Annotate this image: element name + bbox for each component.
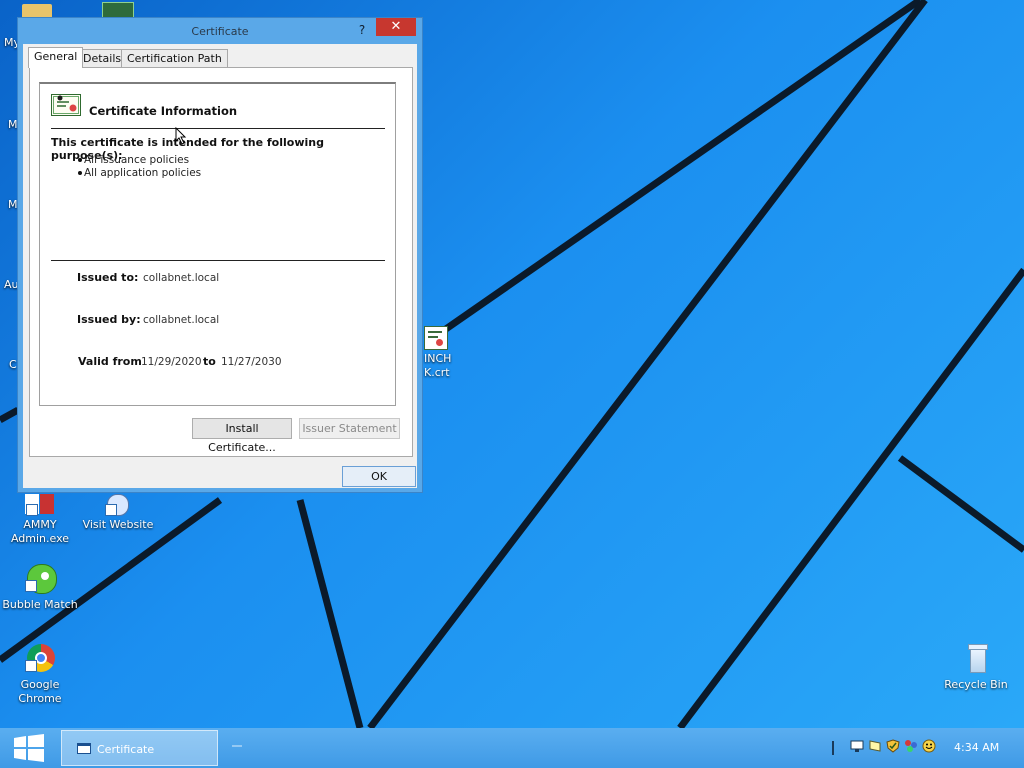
desktop-icon-visit-website[interactable]: Visit Website	[80, 494, 156, 532]
flag-icon-graphic	[869, 740, 881, 752]
valid-to-value: 11/27/2030	[221, 356, 282, 368]
mouse-cursor	[175, 127, 187, 145]
purpose-item: All application policies	[78, 167, 201, 179]
bubble-match-icon	[23, 562, 57, 596]
smiley-icon[interactable]	[922, 739, 936, 753]
certificate-icon	[51, 94, 81, 118]
taskbar: Certificate 4:34 AM	[0, 728, 1024, 768]
shield-icon[interactable]	[886, 739, 900, 753]
title-bar[interactable]: Certificate ? ✕	[18, 18, 422, 44]
install-certificate-button[interactable]: Install Certificate...	[192, 418, 292, 454]
people-icon[interactable]	[904, 739, 918, 753]
tray-divider	[832, 741, 834, 755]
ammy-admin-icon	[23, 494, 57, 516]
ok-button[interactable]: OK	[342, 466, 416, 487]
close-button[interactable]: ✕	[376, 18, 416, 36]
taskbar-item-certificate[interactable]: Certificate	[61, 730, 218, 766]
certificate-file-icon	[424, 326, 448, 350]
certificate-icon-graphic	[51, 94, 81, 116]
general-tab-panel: Certificate Information This certificate…	[29, 67, 413, 457]
website-icon	[101, 494, 135, 516]
bullet-dot	[78, 171, 82, 175]
issued-to-label: Issued to:	[77, 271, 139, 284]
tab-certification-path[interactable]: Certification Path	[121, 49, 228, 67]
bullet-dot	[78, 158, 82, 162]
help-button[interactable]: ?	[352, 21, 372, 39]
taskbar-separator	[232, 745, 242, 747]
issued-to-value: collabnet.local	[143, 272, 220, 284]
window-icon	[77, 743, 91, 754]
people-icon-graphic	[905, 740, 917, 752]
tab-general[interactable]: General	[28, 47, 84, 68]
flag-icon[interactable]	[868, 739, 882, 753]
start-button[interactable]	[12, 733, 46, 763]
desktop-icon-cert-file[interactable]: INCH K.crt	[420, 326, 460, 380]
issued-by-value: collabnet.local	[143, 314, 220, 326]
purpose-item: All issuance policies	[78, 154, 189, 166]
desktop-icon-recycle-bin[interactable]: Recycle Bin	[938, 642, 1014, 692]
valid-from-label: Valid from	[78, 355, 142, 368]
certificate-dialog: Certificate ? ✕ General Details Certific…	[17, 17, 423, 493]
taskbar-item-label: Certificate	[97, 743, 155, 756]
certificate-information-title: Certificate Information	[89, 104, 238, 118]
valid-from-value: 11/29/2020	[141, 356, 202, 368]
divider-bottom	[51, 260, 385, 261]
windows-logo-icon	[14, 734, 44, 762]
certificate-info-box: Certificate Information This certificate…	[39, 82, 396, 406]
network-icon[interactable]	[850, 739, 864, 753]
desktop-icon-google-chrome[interactable]: Google Chrome	[2, 642, 78, 706]
issued-by-label: Issued by:	[77, 313, 141, 326]
network-icon-graphic	[850, 740, 864, 752]
chrome-icon	[23, 642, 57, 676]
dialog-client-area: General Details Certification Path Certi…	[23, 44, 417, 488]
desktop-icon-bubble-match[interactable]: Bubble Match	[2, 562, 78, 612]
recycle-bin-icon	[959, 642, 993, 676]
shield-icon-graphic	[886, 739, 900, 753]
issuer-statement-button[interactable]: Issuer Statement	[299, 418, 400, 439]
clock[interactable]: 4:34 AM	[954, 741, 999, 754]
tab-details[interactable]: Details	[77, 49, 128, 67]
divider-top	[51, 128, 385, 129]
desktop-icon-ammy-admin[interactable]: AMMY Admin.exe	[2, 494, 78, 546]
valid-to-label: to	[203, 355, 216, 368]
smiley-icon-graphic	[922, 739, 936, 753]
